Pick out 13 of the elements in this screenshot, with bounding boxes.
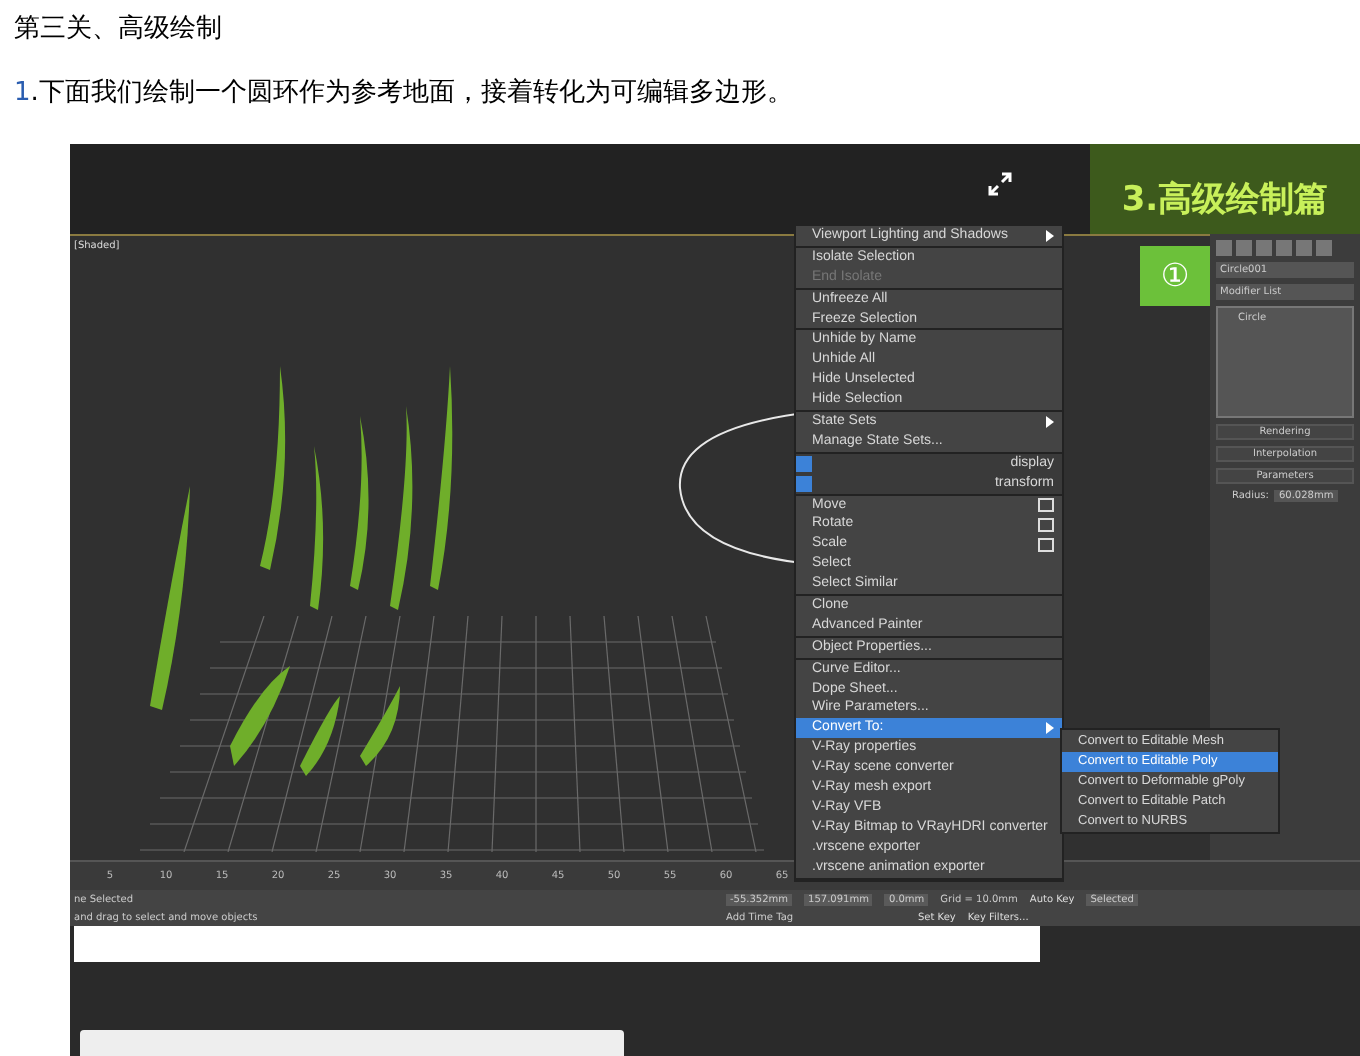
submenu-arrow-icon bbox=[1046, 415, 1054, 428]
submenu-arrow-icon bbox=[1046, 229, 1054, 242]
banner-title: 3.高级绘制篇 bbox=[1090, 144, 1360, 234]
expand-icon bbox=[988, 172, 1012, 196]
step-marker: ① bbox=[1140, 246, 1210, 306]
section-heading: 第三关、高级绘制 bbox=[12, 12, 224, 48]
settings-box-icon[interactable] bbox=[1038, 498, 1054, 513]
settings-box-icon[interactable] bbox=[1038, 537, 1054, 552]
quad-color-marker bbox=[796, 455, 812, 472]
step-text: .下面我们绘制一个圆环作为参考地面，接着转化为可编辑多边形。 bbox=[30, 78, 793, 108]
step-number: 1 bbox=[14, 78, 31, 108]
quad-color-marker bbox=[796, 475, 812, 492]
settings-box-icon[interactable] bbox=[1038, 517, 1054, 532]
